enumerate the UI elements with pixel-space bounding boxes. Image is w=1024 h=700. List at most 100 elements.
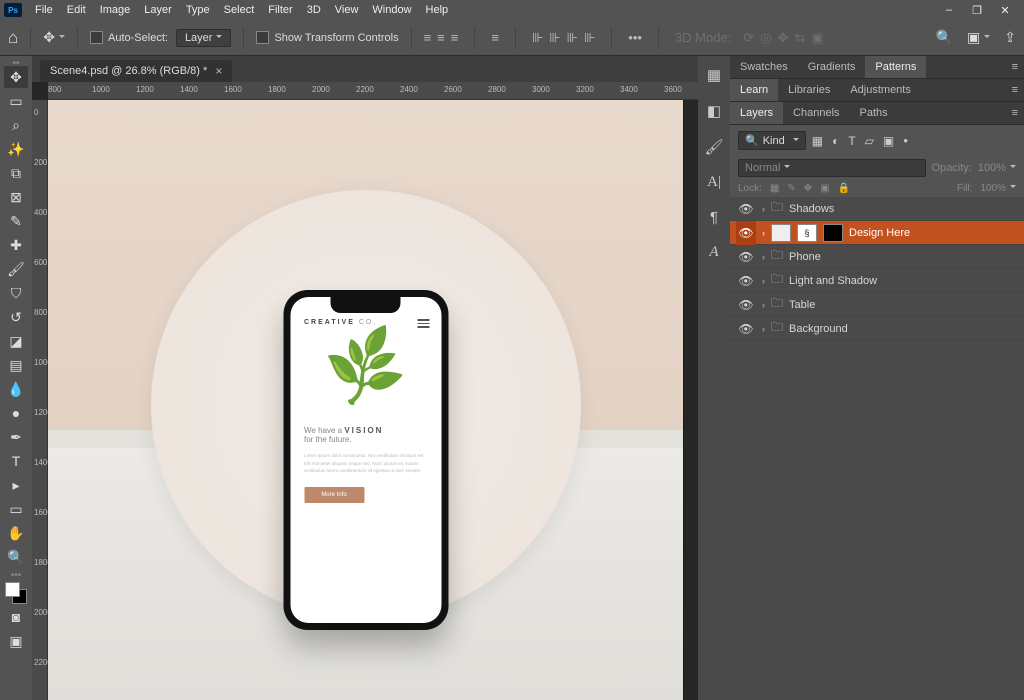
lock-nested-icon[interactable]: ▣ — [820, 183, 829, 194]
path-select-tool[interactable]: ▸ — [4, 474, 28, 496]
filter-shape-icon[interactable]: ▱ — [865, 134, 874, 148]
gradient-tool[interactable]: ▤ — [4, 354, 28, 376]
menu-edit[interactable]: Edit — [60, 0, 93, 20]
align-hcenter-icon[interactable]: ≡ — [437, 30, 445, 45]
shape-tool[interactable]: ▭ — [4, 498, 28, 520]
panel-menu-icon[interactable]: ≡ — [1012, 84, 1018, 96]
lasso-tool[interactable]: ⌕ — [4, 114, 28, 136]
close-button[interactable]: ✕ — [998, 4, 1012, 17]
eyedropper-tool[interactable]: ✎ — [4, 210, 28, 232]
layer-name[interactable]: Background — [789, 323, 848, 335]
tab-adjustments[interactable]: Adjustments — [840, 79, 921, 101]
filter-toggle-icon[interactable]: ● — [903, 136, 908, 145]
eraser-tool[interactable]: ◪ — [4, 330, 28, 352]
properties-panel-icon[interactable]: ◧ — [707, 102, 721, 120]
blur-tool[interactable]: 💧 — [4, 378, 28, 400]
3d-orbit-icon[interactable]: ⟳ — [743, 30, 754, 46]
hand-tool[interactable]: ✋ — [4, 522, 28, 544]
expand-icon[interactable]: › — [762, 252, 765, 262]
layer-name[interactable]: Phone — [789, 251, 821, 263]
minimize-button[interactable]: – — [942, 4, 956, 17]
auto-select-target-dropdown[interactable]: Layer — [176, 29, 232, 47]
align-left-icon[interactable]: ≡ — [424, 30, 432, 45]
crop-tool[interactable]: ⧉ — [4, 162, 28, 184]
menu-filter[interactable]: Filter — [261, 0, 299, 20]
distribute-1-icon[interactable]: ⊪ — [532, 30, 543, 46]
character-panel-icon[interactable]: A| — [707, 174, 721, 191]
history-panel-icon[interactable]: ▦ — [707, 66, 721, 84]
tab-layers[interactable]: Layers — [730, 102, 783, 124]
magic-wand-tool[interactable]: ✨ — [4, 138, 28, 160]
menu-type[interactable]: Type — [179, 0, 217, 20]
auto-select-checkbox[interactable]: Auto-Select: — [90, 31, 168, 44]
filter-adjust-icon[interactable]: ◐ — [832, 134, 839, 148]
toolbar-grip[interactable]: •• — [12, 58, 19, 64]
move-tool-indicator-icon[interactable]: ✥ — [43, 29, 65, 46]
foreground-swatch[interactable] — [5, 582, 20, 597]
menu-help[interactable]: Help — [419, 0, 456, 20]
lock-all-icon[interactable]: 🔒 — [838, 183, 850, 194]
layer-row[interactable]: 👁›§Design Here — [730, 221, 1024, 245]
canvas[interactable]: CREATIVE CO. 🌿 We have a VISIONfor the f… — [48, 100, 683, 700]
layer-list[interactable]: 👁›🗀Shadows👁›§Design Here👁›🗀Phone👁›🗀Light… — [730, 197, 1024, 700]
paragraph-panel-icon[interactable]: ¶ — [710, 209, 718, 226]
pen-tool[interactable]: ✒ — [4, 426, 28, 448]
panel-menu-icon[interactable]: ≡ — [1012, 61, 1018, 73]
align-top-icon[interactable]: ≡ — [491, 30, 499, 45]
layer-row[interactable]: 👁›🗀Table — [730, 293, 1024, 317]
visibility-toggle-icon[interactable]: 👁 — [736, 221, 756, 245]
layer-row[interactable]: 👁›🗀Shadows — [730, 197, 1024, 221]
tab-learn[interactable]: Learn — [730, 79, 778, 101]
quick-mask-tool[interactable]: ◙ — [4, 606, 28, 628]
layer-name[interactable]: Shadows — [789, 203, 834, 215]
menu-image[interactable]: Image — [93, 0, 138, 20]
layer-kind-dropdown[interactable]: 🔍 Kind — [738, 131, 806, 150]
zoom-tool[interactable]: 🔍 — [4, 546, 28, 568]
distribute-4-icon[interactable]: ⊪ — [584, 30, 595, 46]
visibility-toggle-icon[interactable]: 👁 — [736, 197, 756, 221]
canvas-stage[interactable]: CREATIVE CO. 🌿 We have a VISIONfor the f… — [48, 100, 698, 700]
filter-smart-icon[interactable]: ▣ — [883, 134, 894, 148]
brushes-panel-icon[interactable]: 🖌 — [704, 138, 723, 156]
share-icon[interactable]: ⇪ — [1004, 29, 1016, 46]
menu-select[interactable]: Select — [217, 0, 262, 20]
stamp-tool[interactable]: ⛉ — [4, 282, 28, 304]
layer-row[interactable]: 👁›🗀Phone — [730, 245, 1024, 269]
3d-slide-icon[interactable]: ⇆ — [794, 30, 805, 46]
visibility-toggle-icon[interactable]: 👁 — [736, 317, 756, 341]
panel-menu-icon[interactable]: ≡ — [1012, 107, 1018, 119]
layer-name[interactable]: Design Here — [849, 227, 910, 239]
menu-file[interactable]: File — [28, 0, 60, 20]
glyphs-panel-icon[interactable]: A — [709, 244, 718, 261]
layer-row[interactable]: 👁›🗀Light and Shadow — [730, 269, 1024, 293]
menu-layer[interactable]: Layer — [137, 0, 179, 20]
lock-brush-icon[interactable]: ✎ — [787, 183, 795, 194]
expand-icon[interactable]: › — [762, 204, 765, 214]
toolbar-more[interactable]: ••• — [11, 570, 22, 576]
screen-mode-tool[interactable]: ▣ — [4, 630, 28, 652]
menu-window[interactable]: Window — [365, 0, 418, 20]
expand-icon[interactable]: › — [762, 300, 765, 310]
expand-icon[interactable]: › — [762, 228, 765, 238]
brush-tool[interactable]: 🖌 — [4, 258, 28, 280]
marquee-tool[interactable]: ▭ — [4, 90, 28, 112]
more-align-icon[interactable]: ••• — [628, 30, 642, 45]
frame-tool[interactable]: ⊠ — [4, 186, 28, 208]
blend-mode-dropdown[interactable]: Normal — [738, 159, 926, 177]
move-tool[interactable]: ✥ — [4, 66, 28, 88]
expand-icon[interactable]: › — [762, 276, 765, 286]
workspace-switcher-icon[interactable]: ▣ — [967, 29, 990, 46]
layer-name[interactable]: Table — [789, 299, 815, 311]
healing-tool[interactable]: ✚ — [4, 234, 28, 256]
tab-swatches[interactable]: Swatches — [730, 56, 798, 78]
layer-row[interactable]: 👁›🗀Background — [730, 317, 1024, 341]
type-tool[interactable]: T — [4, 450, 28, 472]
home-icon[interactable]: ⌂ — [8, 28, 18, 48]
distribute-3-icon[interactable]: ⊪ — [567, 30, 578, 46]
menu-view[interactable]: View — [328, 0, 366, 20]
menu-3d[interactable]: 3D — [300, 0, 328, 20]
expand-icon[interactable]: › — [762, 324, 765, 334]
show-transform-checkbox[interactable]: Show Transform Controls — [256, 31, 398, 44]
filter-pixel-icon[interactable]: ▦ — [812, 134, 823, 148]
document-tab[interactable]: Scene4.psd @ 26.8% (RGB/8) * × — [40, 60, 232, 82]
